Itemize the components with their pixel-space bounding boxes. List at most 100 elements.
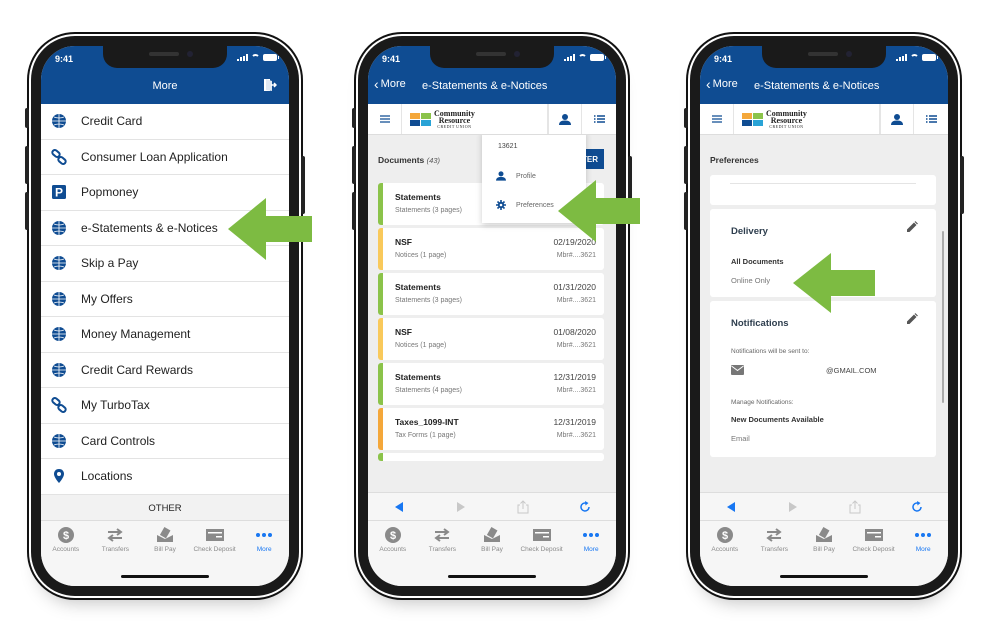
menu-item-label: Consumer Loan Application [81,149,228,164]
status-icons [564,54,606,61]
tab-bill-pay[interactable]: Bill Pay [800,526,848,553]
tab-check-deposit[interactable]: Check Deposit [191,526,239,553]
document-row-partial[interactable] [378,453,604,461]
logout-icon[interactable] [263,78,277,92]
logo-header: Community Resource CREDIT UNION [368,104,616,135]
menu-item-credit-card[interactable]: Credit Card [41,104,289,140]
svg-text:$: $ [390,530,396,542]
logo-mark-icon [742,112,763,126]
scrollbar[interactable] [942,231,944,403]
document-row[interactable]: Statements Statements (4 pages) 12/31/20… [378,363,604,405]
tab-check-deposit[interactable]: Check Deposit [518,526,566,553]
status-time: 9:41 [382,54,401,64]
notifications-heading: Notifications [731,318,789,329]
tab-bill-pay[interactable]: Bill Pay [468,526,516,553]
menu-item-my-turbotax[interactable]: My TurboTax [41,388,289,424]
green-arrow-icon [228,198,312,260]
mute-switch [684,108,688,128]
list-view-button[interactable] [914,104,948,134]
documents-count: (43) [426,156,441,165]
document-row[interactable]: Taxes_1099-INT Tax Forms (1 page) 12/31/… [378,408,604,450]
refresh-icon[interactable] [579,500,591,513]
dollar-icon: $ [384,526,402,544]
preferences-title: Preferences [710,155,759,165]
back-button[interactable]: ‹ More [374,76,406,92]
tab-label: Transfers [760,546,788,553]
tab-label: Check Deposit [193,546,236,553]
tab-more[interactable]: More [899,526,947,553]
notification-item-value: Email [731,434,750,443]
volume-down-button [352,192,356,230]
document-row[interactable]: Statements Statements (3 pages) 01/31/20… [378,273,604,315]
transfer-arrows-icon [106,526,124,544]
edit-delivery-icon[interactable] [906,221,918,233]
tab-label: Accounts [379,546,407,553]
section-header-other: OTHER [41,494,289,523]
tab-accounts[interactable]: $ Accounts [369,526,417,553]
tab-transfers[interactable]: Transfers [91,526,139,553]
menu-item-locations[interactable]: Locations [41,459,289,495]
power-button [960,156,964,214]
document-title: Statements [395,372,441,382]
option-label: Profile [516,172,536,180]
status-time: 9:41 [55,54,74,64]
menu-item-card-controls[interactable]: Card Controls [41,424,289,459]
list-view-button[interactable] [582,104,616,134]
back-arrow-icon[interactable] [393,501,405,513]
svg-text:$: $ [722,530,728,542]
back-button[interactable]: ‹ More [706,77,738,91]
forward-arrow-icon[interactable] [787,501,799,513]
menu-item-my-offers[interactable]: My Offers [41,282,289,317]
document-date: 01/08/2020 [553,327,596,337]
document-subtitle: Notices (1 page) [395,252,447,259]
refresh-icon[interactable] [911,500,923,513]
share-icon[interactable] [849,499,861,514]
profile-button[interactable] [880,104,914,134]
menu-item-consumer-loan[interactable]: Consumer Loan Application [41,140,289,175]
tab-label: More [256,546,272,553]
dropdown-option-preferences[interactable]: Preferences [496,200,554,210]
signal-icon [896,54,907,61]
wifi-icon [251,54,260,61]
profile-button[interactable] [548,104,582,134]
transfer-arrows-icon [765,526,783,544]
tab-label: More [915,546,931,553]
account-number: 13621 [498,143,518,150]
credit-union-logo: Community Resource CREDIT UNION [402,104,548,134]
dollar-icon: $ [716,526,734,544]
edit-notifications-icon[interactable] [906,313,918,325]
more-dots-icon [914,526,932,544]
share-icon[interactable] [517,499,529,514]
phone-preferences: 9:41 ‹ More e-Statements & e-Notices Com… [684,36,964,596]
home-indicator[interactable] [121,575,209,578]
notch [103,46,227,68]
chevron-left-icon: ‹ [374,76,379,92]
tab-more[interactable]: More [240,526,288,553]
forward-arrow-icon[interactable] [455,501,467,513]
volume-up-button [684,146,688,184]
tab-bill-pay[interactable]: Bill Pay [141,526,189,553]
hamburger-menu-button[interactable] [368,104,402,134]
tab-transfers[interactable]: Transfers [418,526,466,553]
back-arrow-icon[interactable] [725,501,737,513]
menu-item-label: Popmoney [81,185,139,200]
tab-check-deposit[interactable]: Check Deposit [850,526,898,553]
menu-item-label: My TurboTax [81,398,150,413]
home-indicator[interactable] [780,575,868,578]
tab-transfers[interactable]: Transfers [750,526,798,553]
green-arrow-icon [558,180,640,242]
delivery-heading: Delivery [731,226,768,237]
document-member: Mbr#....3621 [556,387,596,394]
menu-item-credit-card-rewards[interactable]: Credit Card Rewards [41,353,289,388]
globe-lock-icon [51,433,67,449]
document-row[interactable]: NSF Notices (1 page) 01/08/2020 Mbr#....… [378,318,604,360]
home-indicator[interactable] [448,575,536,578]
tab-more[interactable]: More [567,526,615,553]
tab-accounts[interactable]: $ Accounts [42,526,90,553]
tab-accounts[interactable]: $ Accounts [701,526,749,553]
dropdown-option-profile[interactable]: Profile [496,171,536,181]
menu-item-money-management[interactable]: Money Management [41,317,289,353]
logo-header: Community Resource CREDIT UNION [700,104,948,135]
volume-up-button [352,146,356,184]
hamburger-menu-button[interactable] [700,104,734,134]
